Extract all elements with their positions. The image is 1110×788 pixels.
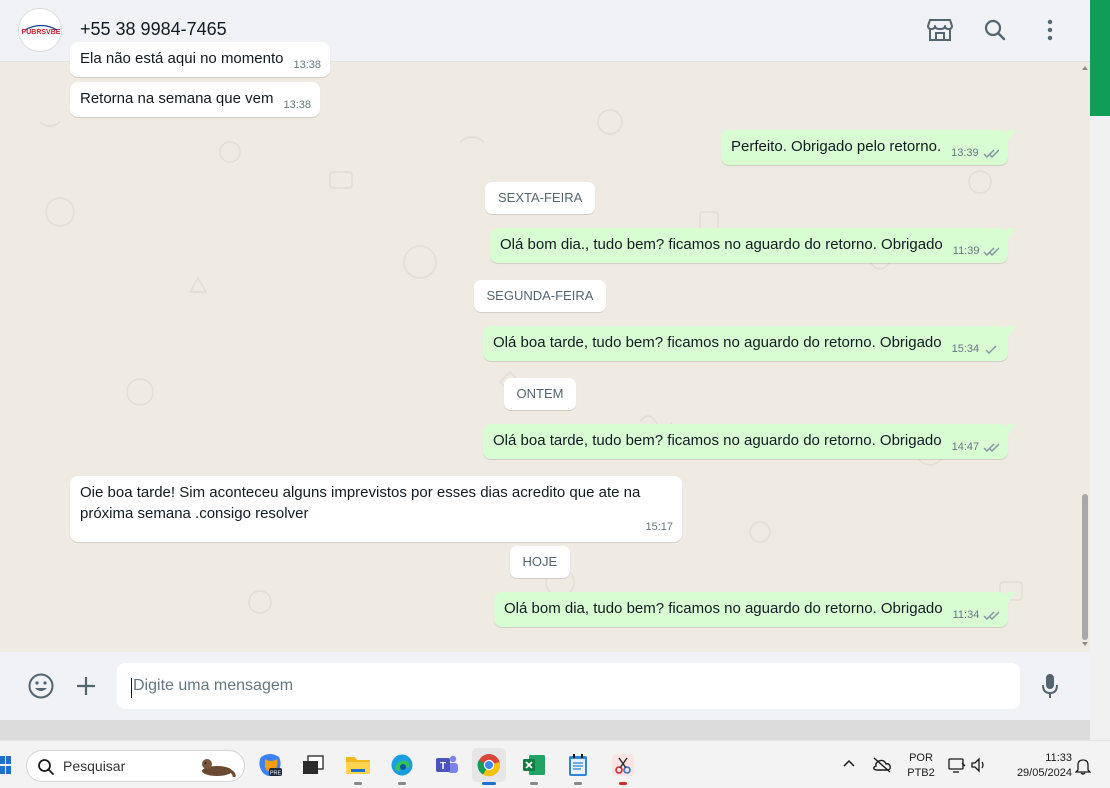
window-scrollbar[interactable] bbox=[1090, 0, 1110, 740]
windows-start-icon[interactable] bbox=[0, 755, 12, 775]
outgoing-message[interactable]: Perfeito. Obrigado pelo retorno. 13:39 bbox=[721, 130, 1016, 165]
svg-text:PRE: PRE bbox=[270, 771, 282, 777]
message-time: 13:38 bbox=[293, 59, 321, 71]
outgoing-message[interactable]: Olá bom dia, tudo bem? ficamos no aguard… bbox=[494, 592, 1017, 627]
message-text: Oie boa tarde! Sim aconteceu alguns impr… bbox=[80, 484, 641, 522]
contact-name[interactable]: +55 38 9984-7465 bbox=[80, 19, 227, 40]
show-hidden-icons-chevron-icon[interactable] bbox=[842, 757, 856, 776]
chrome-browser-icon[interactable] bbox=[472, 748, 506, 785]
sent-check-icon bbox=[985, 345, 997, 355]
more-options-icon[interactable] bbox=[1034, 14, 1066, 46]
running-indicator bbox=[574, 782, 582, 785]
clock-date: 29/05/2024 bbox=[1016, 767, 1072, 779]
notifications-bell-icon[interactable] bbox=[1074, 757, 1092, 780]
chat-scrollbar-thumb[interactable] bbox=[1082, 494, 1088, 640]
scroll-down-arrow[interactable] bbox=[1082, 642, 1088, 646]
outgoing-message[interactable]: Olá bom dia., tudo bem? ficamos no aguar… bbox=[490, 228, 1017, 263]
search-icon[interactable] bbox=[979, 14, 1011, 46]
outgoing-message[interactable]: Olá boa tarde, tudo bem? ficamos no agua… bbox=[483, 326, 1017, 361]
message-meta: 14:47 bbox=[952, 437, 1000, 458]
message-composer bbox=[0, 652, 1090, 720]
message-time: 13:38 bbox=[283, 99, 311, 111]
incoming-message[interactable]: Retorna na semana que vem 13:38 bbox=[70, 82, 320, 117]
message-text: Retorna na semana que vem bbox=[80, 90, 274, 107]
teams-icon[interactable]: T bbox=[430, 748, 464, 782]
message-meta: 15:17 bbox=[645, 517, 673, 538]
copilot-app-icon[interactable]: PRE bbox=[253, 748, 287, 782]
volume-icon[interactable] bbox=[970, 757, 988, 778]
taskbar-search-label: Pesquisar bbox=[63, 758, 126, 774]
bubble-tail bbox=[1006, 130, 1016, 142]
message-text: Perfeito. Obrigado pelo retorno. bbox=[731, 138, 942, 155]
message-time: 11:34 bbox=[952, 609, 980, 621]
incoming-message[interactable]: Ela não está aqui no momento 13:38 bbox=[70, 42, 330, 77]
clock-time: 11:33 bbox=[1045, 752, 1072, 764]
file-explorer-icon[interactable] bbox=[341, 748, 375, 785]
message-time: 11:39 bbox=[952, 245, 980, 257]
chat-scrollbar[interactable] bbox=[1080, 62, 1090, 652]
message-text: Olá boa tarde, tudo bem? ficamos no agua… bbox=[493, 432, 942, 449]
scroll-up-arrow[interactable] bbox=[1082, 66, 1088, 70]
bubble-tail bbox=[1007, 228, 1017, 240]
message-time: 14:47 bbox=[951, 441, 980, 453]
network-icon[interactable] bbox=[948, 757, 966, 778]
incoming-message[interactable]: Oie boa tarde! Sim aconteceu alguns impr… bbox=[70, 476, 682, 542]
read-double-check-icon bbox=[983, 247, 1000, 257]
language-code: POR bbox=[909, 752, 933, 764]
edge-browser-icon[interactable] bbox=[385, 748, 419, 785]
svg-text:PUBRSVBE: PUBRSVBE bbox=[22, 29, 61, 36]
running-indicator bbox=[619, 782, 627, 785]
task-view-icon[interactable] bbox=[296, 748, 330, 782]
running-indicator bbox=[398, 782, 406, 785]
read-double-check-icon bbox=[983, 149, 999, 159]
message-text: Olá bom dia., tudo bem? ficamos no aguar… bbox=[500, 236, 943, 253]
message-input[interactable] bbox=[117, 663, 1020, 709]
message-time: 15:34 bbox=[951, 343, 980, 355]
read-double-check-icon bbox=[983, 611, 1000, 621]
message-time: 15:17 bbox=[645, 521, 673, 533]
store-icon[interactable] bbox=[924, 14, 956, 46]
message-time: 13:39 bbox=[951, 147, 979, 159]
running-indicator bbox=[354, 782, 362, 785]
windows-taskbar: Pesquisar PRE T POR PTB2 11:33 29/05/202… bbox=[0, 740, 1110, 788]
active-indicator bbox=[482, 782, 496, 785]
plus-icon[interactable] bbox=[70, 670, 102, 702]
message-meta: 13:38 bbox=[293, 55, 321, 76]
svg-text:T: T bbox=[440, 761, 446, 772]
bubble-tail bbox=[1007, 424, 1017, 436]
taskbar-search[interactable]: Pesquisar bbox=[26, 750, 245, 782]
contact-avatar[interactable]: PUBRSVBE bbox=[18, 8, 62, 52]
microphone-icon[interactable] bbox=[1034, 670, 1066, 702]
input-language-indicator[interactable]: POR PTB2 bbox=[906, 751, 936, 781]
whatsapp-window: PUBRSVBE +55 38 9984-7465 Ela não está a… bbox=[0, 0, 1110, 788]
message-meta: 11:39 bbox=[953, 241, 1000, 262]
emoji-icon[interactable] bbox=[25, 670, 57, 702]
message-meta: 13:38 bbox=[283, 95, 311, 116]
message-meta: 13:39 bbox=[951, 143, 999, 164]
cloud-offline-icon[interactable] bbox=[872, 757, 892, 778]
message-text: Olá boa tarde, tudo bem? ficamos no agua… bbox=[493, 334, 942, 351]
window-scrollbar-thumb[interactable] bbox=[1090, 0, 1110, 116]
running-indicator bbox=[530, 782, 538, 785]
window-bottom-edge bbox=[0, 720, 1090, 740]
message-text: Olá bom dia, tudo bem? ficamos no aguard… bbox=[504, 600, 943, 617]
otter-illustration-icon bbox=[202, 759, 236, 778]
search-icon bbox=[38, 759, 54, 775]
read-double-check-icon bbox=[983, 443, 1000, 453]
bubble-tail bbox=[1007, 592, 1017, 604]
outgoing-message[interactable]: Olá boa tarde, tudo bem? ficamos no agua… bbox=[483, 424, 1017, 459]
excel-icon[interactable] bbox=[517, 748, 551, 785]
message-meta: 11:34 bbox=[953, 605, 1000, 626]
keyboard-layout: PTB2 bbox=[907, 767, 935, 779]
text-cursor bbox=[131, 678, 132, 698]
message-text: Ela não está aqui no momento bbox=[80, 50, 284, 67]
taskbar-clock[interactable]: 11:33 29/05/2024 bbox=[1000, 751, 1072, 781]
snipping-tool-icon[interactable] bbox=[606, 748, 640, 785]
notepad-icon[interactable] bbox=[561, 748, 595, 785]
bubble-tail bbox=[1007, 326, 1017, 338]
message-meta: 15:34 bbox=[952, 339, 1000, 360]
